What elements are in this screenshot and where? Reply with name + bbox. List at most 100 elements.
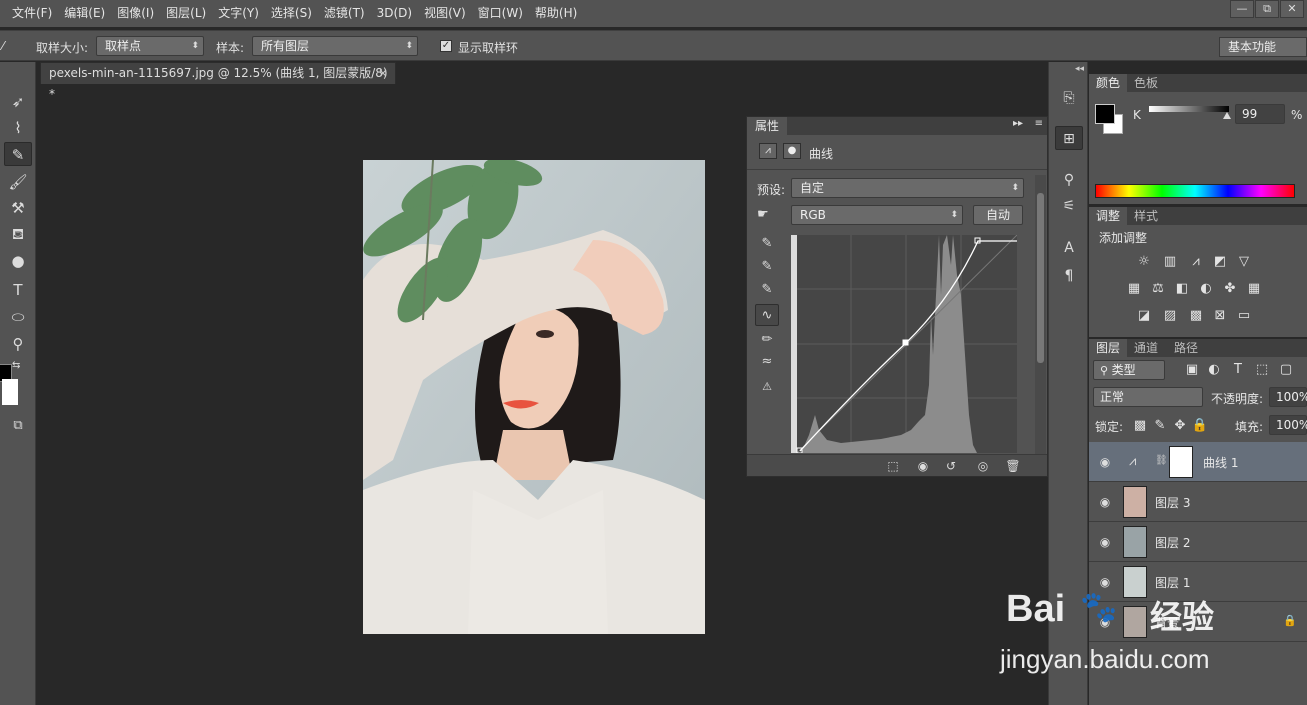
lock-all-icon[interactable]: 🔒	[1191, 418, 1209, 434]
menu-file[interactable]: 文件(F)	[0, 0, 58, 27]
background-color-swatch[interactable]	[2, 379, 18, 405]
delete-icon[interactable]: 🗑	[1003, 458, 1023, 474]
filter-smart-object-icon[interactable]: ▢	[1277, 362, 1295, 378]
curves-adjustment-icon[interactable]: ⩘	[759, 143, 777, 159]
filter-type-icon[interactable]: T	[1229, 362, 1247, 378]
brushes-panel-icon[interactable]: ⚲	[1055, 168, 1083, 192]
lock-position-icon[interactable]: ✥	[1171, 418, 1189, 434]
brush-presets-icon[interactable]: ⚟	[1055, 194, 1083, 218]
menu-help[interactable]: 帮助(H)	[529, 0, 583, 27]
swap-colors-icon[interactable]: ⇆	[12, 360, 20, 371]
posterize-icon[interactable]: ▨	[1161, 308, 1179, 324]
curves-icon[interactable]: ⩘	[1187, 254, 1205, 270]
menu-3d[interactable]: 3D(D)	[371, 0, 418, 27]
color-balance-icon[interactable]: ⚖	[1149, 281, 1167, 297]
menu-type[interactable]: 文字(Y)	[212, 0, 265, 27]
blend-mode-select[interactable]: 正常	[1093, 387, 1203, 407]
scrollbar-thumb[interactable]	[1037, 193, 1044, 363]
tab-channels[interactable]: 通道	[1127, 339, 1165, 357]
collapse-panel-icon[interactable]: ▸▸	[1013, 118, 1023, 129]
sample-size-select[interactable]: 取样点 ⬍	[96, 36, 204, 56]
channel-select[interactable]: RGB ⬍	[791, 205, 963, 225]
preset-select[interactable]: 自定 ⬍	[791, 178, 1024, 198]
selective-color-icon[interactable]: ⊠	[1211, 308, 1229, 324]
white-point-eyedropper-icon[interactable]: ✎	[755, 279, 779, 301]
menu-edit[interactable]: 编辑(E)	[58, 0, 111, 27]
gradient-map-icon[interactable]: ▭	[1235, 308, 1253, 324]
panel-menu-icon[interactable]: ≡	[1035, 118, 1043, 129]
character-panel-icon[interactable]: A	[1055, 236, 1083, 260]
history-panel-icon[interactable]: ⎘	[1055, 86, 1083, 110]
vibrance-icon[interactable]: ▽	[1235, 254, 1253, 270]
brightness-contrast-icon[interactable]: ☼	[1135, 254, 1153, 270]
filter-pixel-icon[interactable]: ▣	[1183, 362, 1201, 378]
menu-select[interactable]: 选择(S)	[265, 0, 318, 27]
filter-shape-icon[interactable]: ⬚	[1253, 362, 1271, 378]
eye-icon[interactable]: ◉	[1097, 494, 1113, 510]
exposure-icon[interactable]: ◩	[1211, 254, 1229, 270]
minimize-button[interactable]: —	[1230, 0, 1254, 18]
quick-select-tool-icon[interactable]: ⌇	[4, 116, 32, 140]
document-image[interactable]	[363, 160, 705, 634]
properties-panel-icon[interactable]: ⊞	[1055, 126, 1083, 150]
tab-paths[interactable]: 路径	[1167, 339, 1205, 357]
tab-layers[interactable]: 图层	[1089, 339, 1128, 357]
lock-transparent-icon[interactable]: ▩	[1131, 418, 1149, 434]
clone-stamp-tool-icon[interactable]: ⚒	[4, 196, 32, 220]
curve-point-tool-icon[interactable]: ∿	[755, 304, 779, 326]
dodge-tool-icon[interactable]: ●	[4, 249, 32, 273]
menu-layer[interactable]: 图层(L)	[160, 0, 212, 27]
color-spectrum[interactable]	[1095, 184, 1295, 198]
threshold-icon[interactable]: ▩	[1187, 308, 1205, 324]
workspace-select[interactable]: 基本功能	[1219, 37, 1307, 57]
clipping-warning-icon[interactable]: ⚠	[755, 376, 779, 398]
menu-filter[interactable]: 滤镜(T)	[318, 0, 371, 27]
channel-mixer-icon[interactable]: ✤	[1221, 281, 1239, 297]
collapse-dock-icon[interactable]: ◂◂	[1075, 64, 1084, 74]
ellipse-tool-icon[interactable]: ⬭	[4, 305, 32, 329]
k-slider-thumb[interactable]	[1223, 112, 1231, 119]
filter-adjustment-icon[interactable]: ◐	[1205, 362, 1223, 378]
close-button[interactable]: ✕	[1280, 0, 1304, 18]
black-white-icon[interactable]: ◧	[1173, 281, 1191, 297]
black-point-eyedropper-icon[interactable]: ✎	[755, 233, 779, 255]
layer-row[interactable]: ◉ ⩘ ⛓ 曲线 1	[1089, 442, 1307, 482]
fill-field[interactable]: 100%	[1269, 415, 1307, 435]
invert-icon[interactable]: ◪	[1135, 308, 1153, 324]
opacity-field[interactable]: 100%	[1269, 387, 1307, 407]
curves-graph[interactable]	[791, 234, 1018, 454]
tab-color[interactable]: 颜色	[1089, 74, 1128, 92]
screen-mode-icon[interactable]: ⧉	[4, 414, 32, 438]
menu-window[interactable]: 窗口(W)	[472, 0, 529, 27]
auto-button[interactable]: 自动	[973, 205, 1023, 225]
k-value-field[interactable]: 99	[1235, 104, 1285, 124]
lock-pixels-icon[interactable]: ✎	[1151, 418, 1169, 434]
k-slider-track[interactable]	[1149, 106, 1229, 112]
eyedropper-tool-icon[interactable]: ⁄	[2, 39, 4, 53]
visibility-icon[interactable]: ◎	[973, 458, 993, 474]
brush-tool-icon[interactable]: 🖌	[4, 170, 32, 194]
show-ring-checkbox[interactable]: ✓	[440, 40, 452, 52]
smooth-curve-icon[interactable]: ≈	[755, 351, 779, 373]
foreground-color-swatch[interactable]	[1095, 104, 1115, 124]
document-tab[interactable]: pexels-min-an-1115697.jpg @ 12.5% (曲线 1,…	[40, 62, 396, 101]
restore-button[interactable]: ⧉	[1255, 0, 1279, 18]
reset-icon[interactable]: ↺	[941, 458, 961, 474]
type-tool-icon[interactable]: T	[4, 278, 32, 302]
color-lookup-icon[interactable]: ▦	[1245, 281, 1263, 297]
layer-filter-select[interactable]: ⚲ 类型	[1093, 360, 1165, 380]
paragraph-panel-icon[interactable]: ¶	[1055, 264, 1083, 288]
paint-bucket-tool-icon[interactable]: ⛾	[4, 222, 32, 246]
menu-image[interactable]: 图像(I)	[111, 0, 160, 27]
sample-select[interactable]: 所有图层 ⬍	[252, 36, 418, 56]
gray-point-eyedropper-icon[interactable]: ✎	[755, 256, 779, 278]
levels-icon[interactable]: ▥	[1161, 254, 1179, 270]
on-image-adjust-icon[interactable]: ☛	[757, 207, 769, 222]
photo-filter-icon[interactable]: ◐	[1197, 281, 1215, 297]
pencil-draw-icon[interactable]: ✏	[755, 329, 779, 351]
tab-styles[interactable]: 样式	[1127, 207, 1165, 225]
layer-row[interactable]: ◉ 图层 3	[1089, 482, 1307, 522]
move-tool-icon[interactable]: ➶	[4, 90, 32, 114]
hue-saturation-icon[interactable]: ▦	[1125, 281, 1143, 297]
eye-icon[interactable]: ◉	[1097, 454, 1113, 470]
